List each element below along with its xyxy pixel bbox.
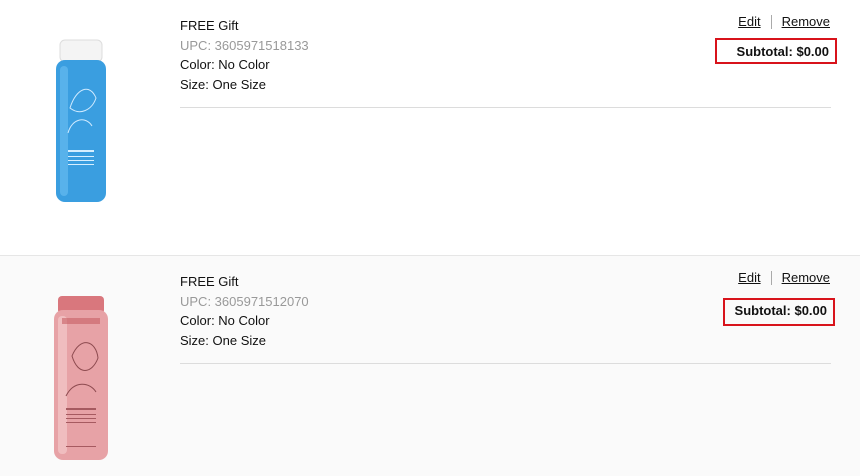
item-details: FREE Gift UPC: 3605971518133 Color: No C… xyxy=(180,16,309,94)
cart-item: FREE Gift UPC: 3605971512070 Color: No C… xyxy=(0,255,860,476)
remove-link[interactable]: Remove xyxy=(782,14,830,29)
item-details: FREE Gift UPC: 3605971512070 Color: No C… xyxy=(180,272,309,350)
action-separator xyxy=(770,270,772,285)
product-name: FREE Gift xyxy=(180,274,239,289)
action-separator xyxy=(770,14,772,29)
product-name: FREE Gift xyxy=(180,18,239,33)
edit-link[interactable]: Edit xyxy=(738,270,760,285)
blue-bottle-product-image[interactable] xyxy=(46,38,116,204)
item-subtotal: Subtotal: $0.00 xyxy=(734,303,827,318)
product-size: Size: One Size xyxy=(180,332,266,348)
remove-link[interactable]: Remove xyxy=(782,270,830,285)
subtotal-highlight-box: Subtotal: $0.00 xyxy=(715,38,837,64)
item-divider xyxy=(180,363,831,364)
cart-item: FREE Gift UPC: 3605971518133 Color: No C… xyxy=(0,0,860,255)
product-color: Color: No Color xyxy=(180,57,270,72)
pink-bottle-product-image[interactable] xyxy=(46,296,116,462)
item-actions: Edit Remove xyxy=(738,14,830,29)
subtotal-highlight-box: Subtotal: $0.00 xyxy=(723,298,835,326)
product-color: Color: No Color xyxy=(180,313,270,328)
item-subtotal: Subtotal: $0.00 xyxy=(736,44,829,59)
product-upc: UPC: 3605971518133 xyxy=(180,37,309,53)
item-actions: Edit Remove xyxy=(738,270,830,285)
product-upc: UPC: 3605971512070 xyxy=(180,293,309,309)
item-divider xyxy=(180,107,831,108)
edit-link[interactable]: Edit xyxy=(738,14,760,29)
product-size: Size: One Size xyxy=(180,76,266,92)
